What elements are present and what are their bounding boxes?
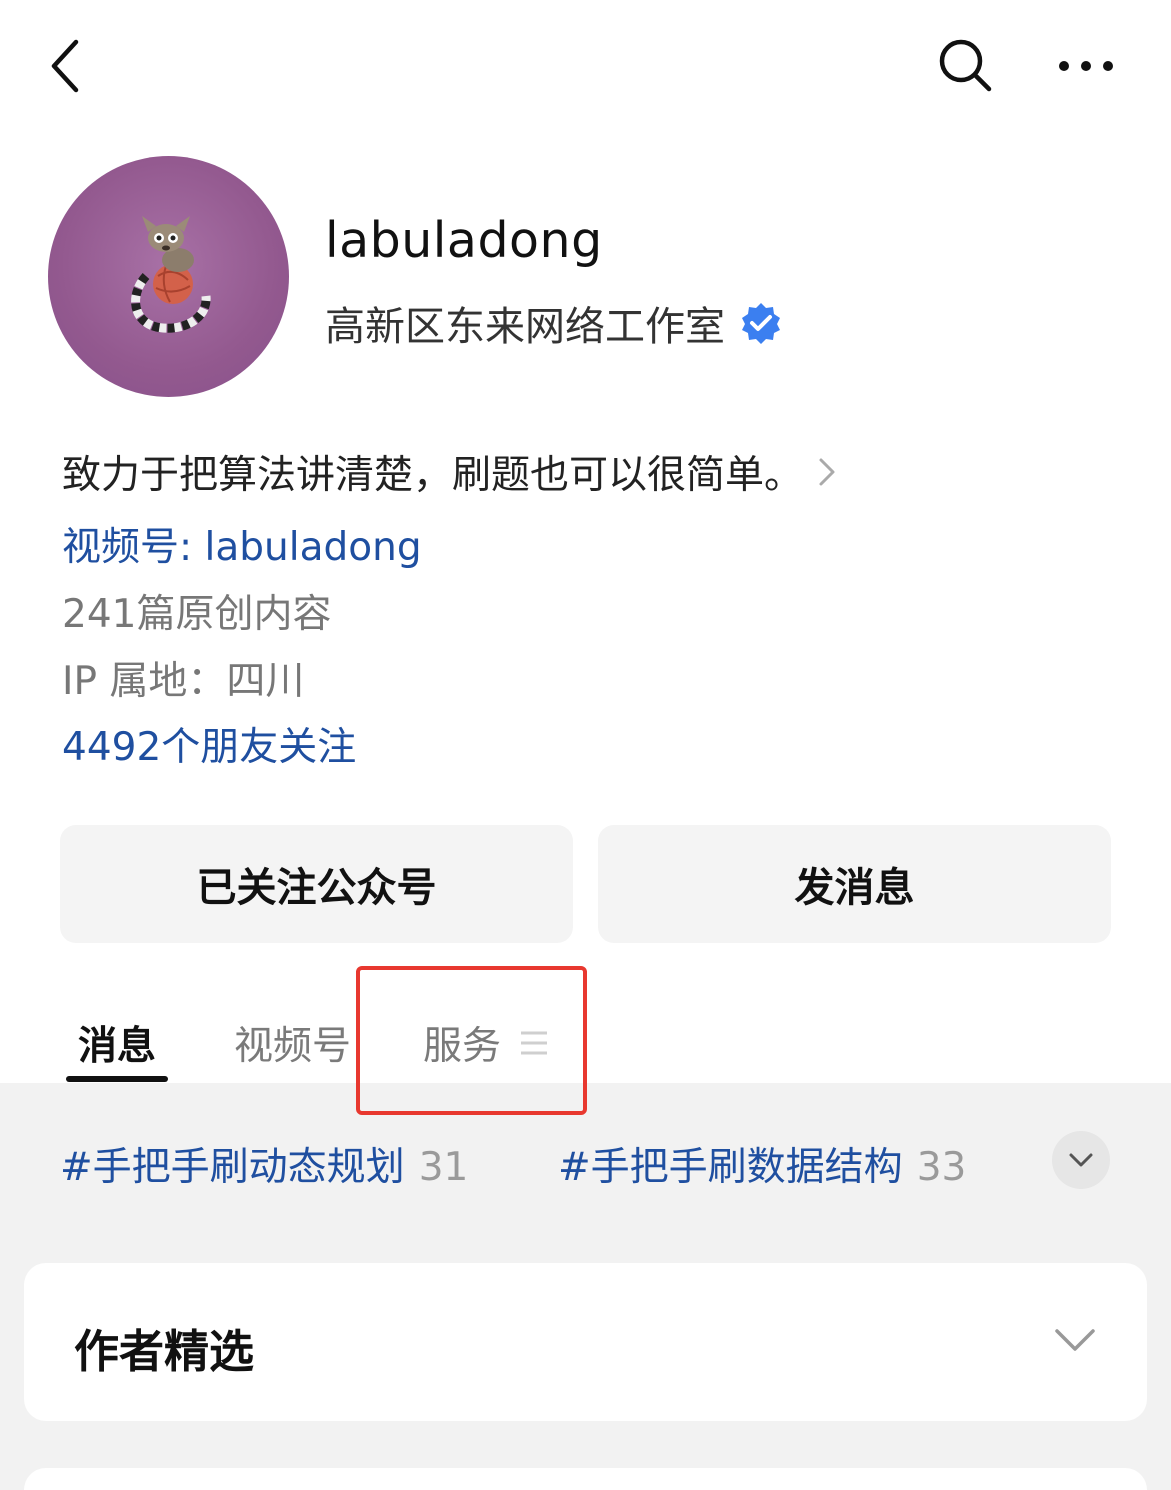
- tab-services-label: 服务: [423, 1024, 502, 1069]
- followed-account-button[interactable]: 已关注公众号: [60, 825, 573, 943]
- next-section-card: [24, 1468, 1147, 1490]
- topic-tag-label: #手把手刷动态规划: [60, 1145, 405, 1190]
- chevron-down-icon: [1069, 1153, 1093, 1167]
- top-bar: [0, 0, 1171, 140]
- more-button[interactable]: [1046, 30, 1126, 102]
- topic-tag-count: 31: [418, 1145, 469, 1190]
- tab-video-channel[interactable]: 视频号: [234, 1015, 351, 1071]
- channel-link[interactable]: 视频号: labuladong: [62, 516, 422, 572]
- featured-section-card[interactable]: 作者精选: [24, 1263, 1147, 1421]
- company-name: 高新区东来网络工作室: [325, 304, 725, 350]
- back-button[interactable]: [30, 30, 102, 102]
- chevron-right-icon: [819, 458, 835, 486]
- verified-badge-icon: [742, 303, 780, 344]
- chevron-left-icon: [51, 39, 79, 93]
- company-row: 高新区东来网络工作室: [325, 294, 783, 352]
- lemur-avatar-image: [131, 216, 211, 333]
- tab-messages[interactable]: 消息: [78, 1015, 156, 1071]
- tab-services[interactable]: 服务: [423, 1015, 549, 1071]
- featured-section-title: 作者精选: [74, 1325, 255, 1378]
- topic-tag[interactable]: #手把手刷数据结构 33: [558, 1136, 966, 1192]
- tab-bar: 消息 视频号 服务: [0, 995, 1171, 1083]
- avatar[interactable]: [48, 156, 289, 397]
- account-name: labuladong: [325, 212, 603, 269]
- topic-tag[interactable]: #手把手刷动态规划 31: [60, 1136, 468, 1192]
- friends-following-link[interactable]: 4492个朋友关注: [62, 716, 356, 772]
- bio-text: 致力于把算法讲清楚，刷题也可以很简单。: [62, 453, 804, 498]
- search-button[interactable]: [926, 30, 1006, 102]
- bio-row[interactable]: 致力于把算法讲清楚，刷题也可以很简单。: [62, 444, 839, 500]
- chevron-down-icon[interactable]: [1051, 1321, 1099, 1361]
- more-dots-icon: [1059, 61, 1113, 71]
- article-count: 241篇原创内容: [62, 592, 332, 637]
- search-icon: [939, 39, 992, 92]
- send-message-button[interactable]: 发消息: [598, 825, 1111, 943]
- ip-location: IP 属地：四川: [62, 659, 305, 704]
- active-tab-indicator: [66, 1076, 168, 1082]
- topic-tag-count: 33: [916, 1145, 967, 1190]
- topic-tag-label: #手把手刷数据结构: [558, 1145, 903, 1190]
- menu-lines-icon: [521, 1031, 548, 1055]
- expand-tags-button[interactable]: [1052, 1131, 1110, 1189]
